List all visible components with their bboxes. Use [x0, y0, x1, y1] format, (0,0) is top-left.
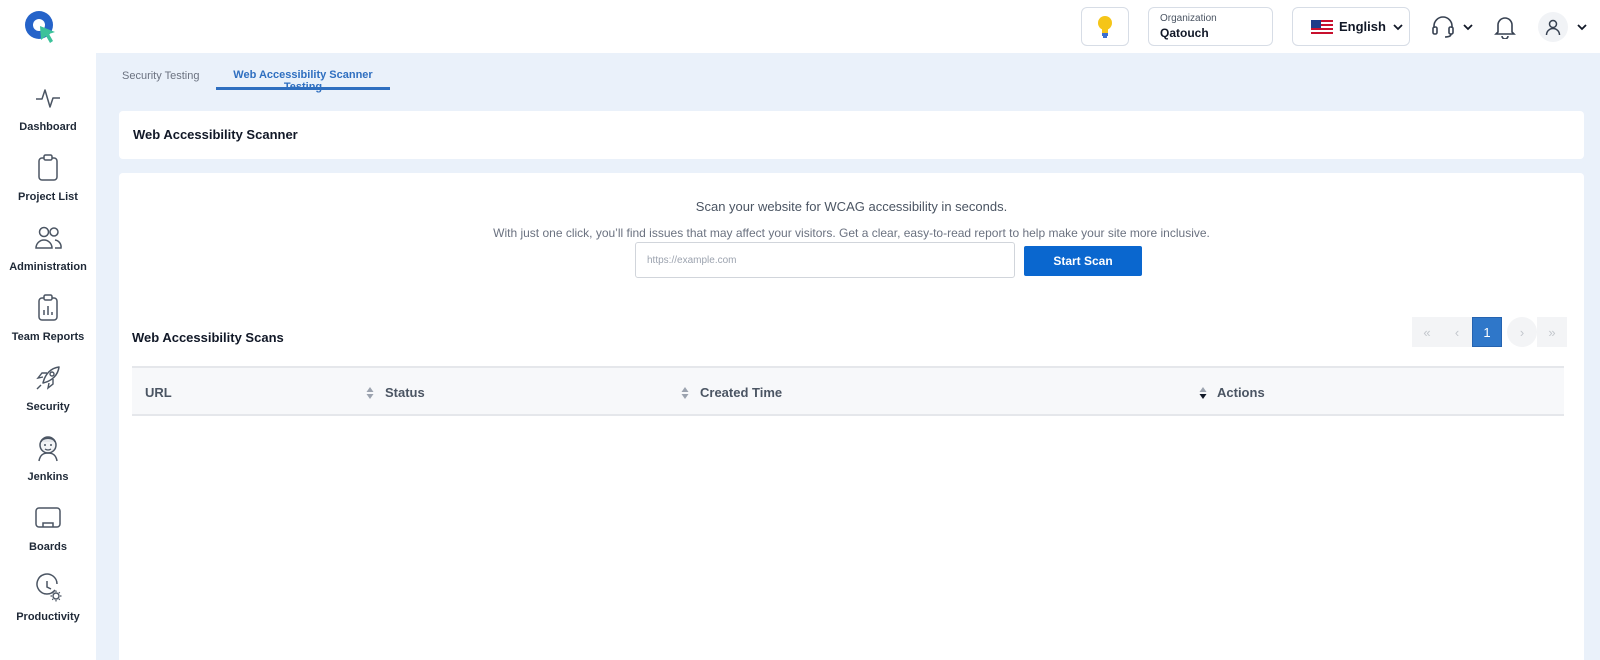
sort-icon[interactable]	[366, 386, 374, 400]
user-icon	[1545, 19, 1561, 36]
sidebar-item-productivity[interactable]: Productivity	[0, 573, 96, 639]
sidebar-item-label: Project List	[18, 191, 78, 203]
language-selector[interactable]: English	[1292, 7, 1410, 46]
lightbulb-icon	[1098, 15, 1112, 38]
rocket-icon	[36, 366, 60, 390]
sidebar-item-label: Boards	[29, 541, 67, 553]
chevron-down-icon	[1463, 24, 1473, 31]
avatar	[1538, 12, 1568, 42]
organization-label: Organization	[1160, 13, 1217, 24]
scans-table-header: URL Status Created Time Actions	[132, 366, 1564, 416]
column-header-url[interactable]: URL	[145, 385, 172, 400]
us-flag-icon	[1311, 19, 1333, 34]
pagination-next-button[interactable]: ›	[1507, 317, 1537, 347]
organization-selector[interactable]: Organization Qatouch	[1148, 7, 1273, 46]
tab-web-accessibility-scanner-testing[interactable]: Web Accessibility Scanner Testing	[216, 63, 390, 93]
jenkins-icon	[38, 436, 58, 462]
column-header-actions: Actions	[1217, 385, 1265, 400]
support-menu[interactable]	[1428, 12, 1476, 42]
chevron-down-icon	[1577, 24, 1587, 31]
sidebar: Dashboard Project List Administration Te…	[0, 53, 96, 660]
users-icon	[35, 226, 62, 249]
pagination: « ‹ 1 › »	[1412, 317, 1567, 347]
tab-security-testing[interactable]: Security Testing	[122, 63, 199, 90]
headset-icon	[1432, 16, 1454, 38]
top-header: Organization Qatouch English	[0, 0, 1600, 53]
page-title-card: Web Accessibility Scanner	[119, 111, 1584, 159]
sidebar-item-dashboard[interactable]: Dashboard	[0, 83, 96, 149]
sidebar-item-jenkins[interactable]: Jenkins	[0, 433, 96, 499]
clock-gear-icon	[36, 573, 62, 602]
sidebar-item-boards[interactable]: Boards	[0, 503, 96, 569]
pagination-last-button[interactable]: »	[1537, 317, 1567, 347]
sidebar-item-label: Team Reports	[11, 331, 85, 343]
pagination-first-button[interactable]: «	[1412, 317, 1442, 347]
bell-icon	[1494, 17, 1516, 39]
scans-section-title: Web Accessibility Scans	[132, 330, 284, 345]
pagination-prev-button[interactable]: ‹	[1442, 317, 1472, 347]
sidebar-item-label: Jenkins	[27, 471, 69, 483]
sidebar-item-label: Security	[26, 401, 70, 413]
website-url-input[interactable]	[635, 242, 1015, 278]
tips-button[interactable]	[1081, 7, 1129, 46]
user-menu[interactable]	[1532, 10, 1594, 44]
sidebar-item-label: Administration	[9, 261, 87, 273]
sort-desc-icon[interactable]	[1199, 386, 1207, 400]
sidebar-item-team-reports[interactable]: Team Reports	[0, 293, 96, 359]
notifications-button[interactable]	[1490, 12, 1520, 42]
board-icon	[35, 507, 61, 528]
pagination-page-1[interactable]: 1	[1472, 317, 1502, 347]
sidebar-item-label: Productivity	[16, 611, 80, 623]
report-clipboard-icon	[38, 294, 58, 321]
organization-value: Qatouch	[1160, 26, 1209, 40]
column-header-status[interactable]: Status	[385, 385, 425, 400]
scanner-headline: Scan your website for WCAG accessibility…	[695, 199, 1008, 214]
language-label: English	[1339, 19, 1386, 34]
chevron-down-icon	[1393, 23, 1403, 30]
start-scan-button[interactable]: Start Scan	[1024, 246, 1142, 276]
sidebar-item-label: Dashboard	[19, 121, 77, 133]
scanner-panel: Scan your website for WCAG accessibility…	[119, 173, 1584, 660]
sidebar-item-security[interactable]: Security	[0, 363, 96, 429]
page-title: Web Accessibility Scanner	[133, 127, 298, 142]
sort-icon[interactable]	[681, 386, 689, 400]
app-logo[interactable]	[22, 8, 60, 46]
sidebar-item-administration[interactable]: Administration	[0, 223, 96, 289]
scanner-description: With just one click, you’ll find issues …	[493, 226, 1210, 240]
sidebar-item-project-list[interactable]: Project List	[0, 153, 96, 219]
activity-icon	[36, 89, 60, 108]
clipboard-icon	[38, 154, 58, 181]
column-header-created-time[interactable]: Created Time	[700, 385, 782, 400]
